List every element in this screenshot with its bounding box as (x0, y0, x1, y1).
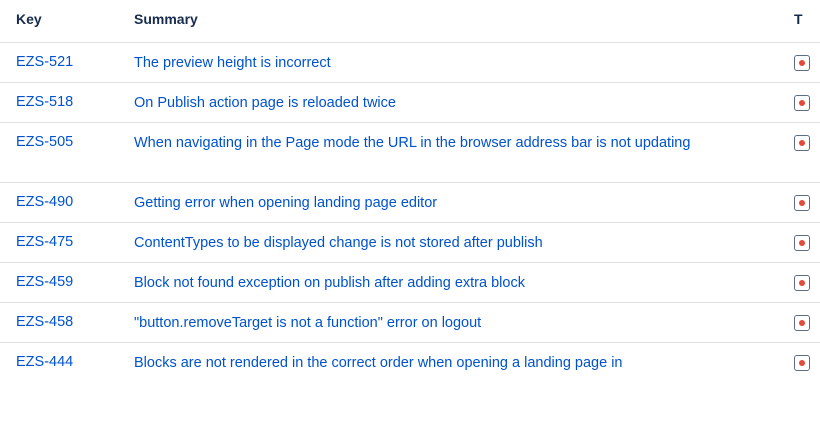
bug-icon (794, 135, 810, 151)
issue-summary-link[interactable]: Blocks are not rendered in the correct o… (134, 353, 784, 373)
issue-summary-link[interactable]: ContentTypes to be displayed change is n… (134, 233, 774, 253)
bug-icon (794, 355, 810, 371)
issue-key-link[interactable]: EZS-521 (16, 54, 73, 70)
table-row: EZS-505 When navigating in the Page mode… (0, 123, 820, 183)
bug-icon (794, 315, 810, 331)
bug-icon (794, 95, 810, 111)
issue-summary-link[interactable]: When navigating in the Page mode the URL… (134, 133, 774, 153)
column-header-key[interactable]: Key (16, 11, 42, 27)
issue-key-link[interactable]: EZS-444 (16, 354, 73, 370)
table-row: EZS-458 "button.removeTarget is not a fu… (0, 303, 820, 343)
table-header: Key Summary T (0, 0, 820, 43)
issue-key-link[interactable]: EZS-490 (16, 194, 73, 210)
table-row: EZS-459 Block not found exception on pub… (0, 263, 820, 303)
table-row: EZS-518 On Publish action page is reload… (0, 83, 820, 123)
issue-key-link[interactable]: EZS-505 (16, 134, 73, 150)
bug-icon (794, 55, 810, 71)
issue-key-link[interactable]: EZS-518 (16, 94, 73, 110)
issue-table: Key Summary T EZS-521 The preview height… (0, 0, 820, 383)
bug-icon (794, 235, 810, 251)
table-row: EZS-521 The preview height is incorrect (0, 43, 820, 83)
column-header-summary[interactable]: Summary (134, 11, 198, 27)
issue-summary-link[interactable]: "button.removeTarget is not a function" … (134, 313, 774, 333)
column-header-type[interactable]: T (794, 11, 803, 27)
bug-icon (794, 195, 810, 211)
table-row: EZS-444 Blocks are not rendered in the c… (0, 343, 820, 383)
issue-summary-link[interactable]: Getting error when opening landing page … (134, 193, 774, 213)
issue-key-link[interactable]: EZS-458 (16, 314, 73, 330)
table-row: EZS-475 ContentTypes to be displayed cha… (0, 223, 820, 263)
issue-summary-link[interactable]: The preview height is incorrect (134, 53, 774, 73)
bug-icon (794, 275, 810, 291)
issue-summary-link[interactable]: Block not found exception on publish aft… (134, 273, 774, 293)
table-row: EZS-490 Getting error when opening landi… (0, 183, 820, 223)
issue-summary-link[interactable]: On Publish action page is reloaded twice (134, 93, 774, 113)
issue-key-link[interactable]: EZS-475 (16, 234, 73, 250)
issue-key-link[interactable]: EZS-459 (16, 274, 73, 290)
